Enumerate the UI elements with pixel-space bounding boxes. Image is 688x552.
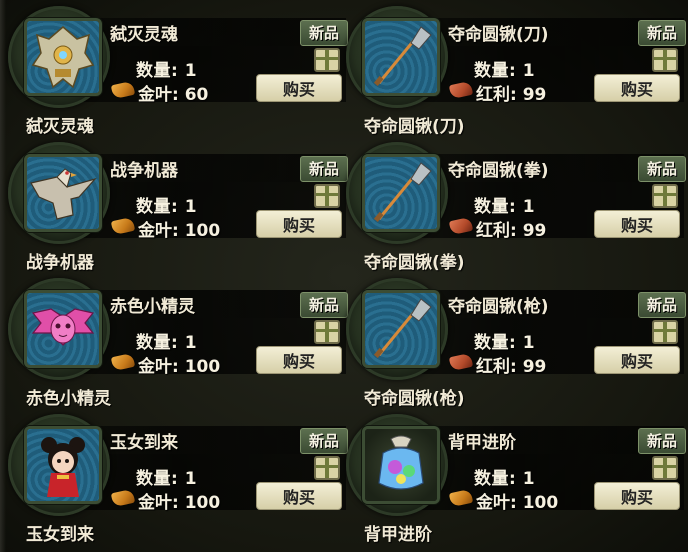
item-quantity: 数量: 1 — [136, 469, 198, 489]
item-quantity: 数量: 1 — [136, 197, 198, 217]
gift-icon[interactable] — [314, 184, 340, 208]
item-price: 金叶: 100 — [138, 357, 221, 377]
item-price: 金叶: 100 — [476, 493, 559, 513]
shop-item-card: 弑灭灵魂 新品 数量: 1 金叶: 60 购买 弑灭灵魂 — [6, 4, 348, 137]
shovel-icon — [373, 162, 432, 222]
item-caption: 夺命圆锹(枪) — [364, 389, 465, 409]
shovel-icon — [373, 298, 432, 358]
item-name: 战争机器 — [110, 161, 178, 181]
item-caption: 弑灭灵魂 — [26, 117, 94, 137]
item-icon-frame[interactable] — [362, 154, 440, 232]
item-name: 夺命圆锹(刀) — [448, 25, 549, 45]
gift-icon[interactable] — [314, 320, 340, 344]
item-icon-frame[interactable] — [362, 18, 440, 96]
item-name: 赤色小精灵 — [110, 297, 195, 317]
item-caption: 战争机器 — [26, 253, 94, 273]
item-icon-frame[interactable] — [24, 426, 102, 504]
buy-button[interactable]: 购买 — [594, 346, 680, 374]
item-icon-frame[interactable] — [362, 290, 440, 368]
new-badge: 新品 — [638, 156, 686, 182]
item-caption: 夺命圆锹(刀) — [364, 117, 465, 137]
buy-button[interactable]: 购买 — [594, 210, 680, 238]
item-caption: 夺命圆锹(拳) — [364, 253, 465, 273]
shop-grid: 弑灭灵魂 新品 数量: 1 金叶: 60 购买 弑灭灵魂 夺命圆锹(刀) 新品 … — [0, 0, 688, 552]
gift-icon[interactable] — [652, 184, 678, 208]
new-badge: 新品 — [638, 428, 686, 454]
item-quantity: 数量: 1 — [136, 333, 198, 353]
shop-item-card: 背甲进阶 新品 数量: 1 金叶: 100 购买 背甲进阶 — [344, 412, 686, 545]
item-price: 红利: 99 — [476, 85, 547, 105]
new-badge: 新品 — [300, 292, 348, 318]
gift-icon[interactable] — [652, 320, 678, 344]
item-price: 金叶: 100 — [138, 493, 221, 513]
item-icon-frame[interactable] — [24, 290, 102, 368]
eagle-mount-icon — [30, 168, 97, 220]
item-quantity: 数量: 1 — [474, 61, 536, 81]
item-caption: 赤色小精灵 — [26, 389, 111, 409]
shovel-icon — [373, 26, 432, 86]
mecha-armor-icon — [31, 26, 95, 89]
new-badge: 新品 — [638, 292, 686, 318]
gift-bag-icon — [378, 435, 424, 490]
shop-item-card: 夺命圆锹(拳) 新品 数量: 1 红利: 99 购买 夺命圆锹(拳) — [344, 140, 686, 273]
shop-item-card: 战争机器 新品 数量: 1 金叶: 100 购买 战争机器 — [6, 140, 348, 273]
shop-item-card: 玉女到来 新品 数量: 1 金叶: 100 购买 玉女到来 — [6, 412, 348, 545]
buy-button[interactable]: 购买 — [594, 482, 680, 510]
gift-icon[interactable] — [314, 48, 340, 72]
buy-button[interactable]: 购买 — [256, 482, 342, 510]
new-badge: 新品 — [300, 20, 348, 46]
item-name: 弑灭灵魂 — [110, 25, 178, 45]
shop-item-card: 赤色小精灵 新品 数量: 1 金叶: 100 购买 赤色小精灵 — [6, 276, 348, 409]
item-price: 红利: 99 — [476, 357, 547, 377]
item-quantity: 数量: 1 — [474, 197, 536, 217]
item-name: 夺命圆锹(拳) — [448, 161, 549, 181]
buy-button[interactable]: 购买 — [256, 346, 342, 374]
girl-doll-icon — [41, 437, 85, 497]
buy-button[interactable]: 购买 — [256, 74, 342, 102]
pink-sprite-icon — [31, 308, 95, 346]
item-name: 玉女到来 — [110, 433, 178, 453]
item-price: 红利: 99 — [476, 221, 547, 241]
item-icon-frame[interactable] — [362, 426, 440, 504]
gift-icon[interactable] — [314, 456, 340, 480]
new-badge: 新品 — [300, 156, 348, 182]
item-quantity: 数量: 1 — [474, 333, 536, 353]
shop-item-card: 夺命圆锹(刀) 新品 数量: 1 红利: 99 购买 夺命圆锹(刀) — [344, 4, 686, 137]
new-badge: 新品 — [300, 428, 348, 454]
gift-icon[interactable] — [652, 48, 678, 72]
buy-button[interactable]: 购买 — [594, 74, 680, 102]
item-caption: 背甲进阶 — [364, 525, 432, 545]
shop-item-card: 夺命圆锹(枪) 新品 数量: 1 红利: 99 购买 夺命圆锹(枪) — [344, 276, 686, 409]
item-icon-frame[interactable] — [24, 154, 102, 232]
item-quantity: 数量: 1 — [474, 469, 536, 489]
item-caption: 玉女到来 — [26, 525, 94, 545]
item-quantity: 数量: 1 — [136, 61, 198, 81]
item-price: 金叶: 100 — [138, 221, 221, 241]
gift-icon[interactable] — [652, 456, 678, 480]
buy-button[interactable]: 购买 — [256, 210, 342, 238]
item-name: 夺命圆锹(枪) — [448, 297, 549, 317]
item-icon-frame[interactable] — [24, 18, 102, 96]
new-badge: 新品 — [638, 20, 686, 46]
item-name: 背甲进阶 — [448, 433, 516, 453]
item-price: 金叶: 60 — [138, 85, 209, 105]
